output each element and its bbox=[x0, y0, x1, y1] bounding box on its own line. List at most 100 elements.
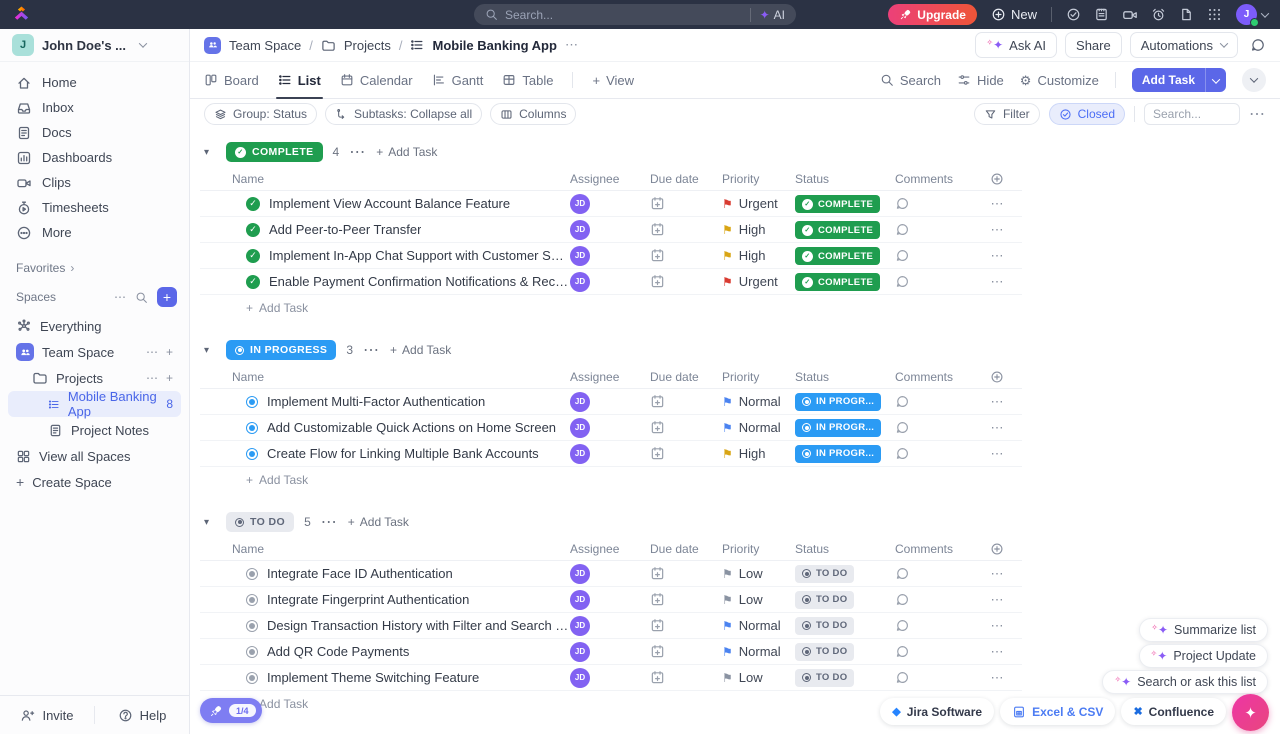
row-menu-icon[interactable]: ⋯ bbox=[991, 222, 1004, 238]
project-update-button[interactable]: ✧✦ Project Update bbox=[1139, 644, 1268, 668]
due-date-icon[interactable] bbox=[650, 222, 665, 237]
invite-button[interactable]: Invite bbox=[0, 708, 94, 723]
clickup-logo-icon[interactable] bbox=[12, 5, 31, 24]
apps-grid-icon[interactable] bbox=[1207, 7, 1222, 22]
task-name[interactable]: Enable Payment Confirmation Notification… bbox=[269, 274, 570, 289]
priority-flag-icon[interactable]: ⚑ bbox=[722, 568, 733, 580]
status-check-icon[interactable]: ✓ bbox=[246, 197, 260, 211]
add-view-button[interactable]: + View bbox=[592, 62, 634, 98]
comment-icon[interactable] bbox=[895, 670, 910, 685]
priority-flag-icon[interactable]: ⚑ bbox=[722, 594, 733, 606]
spaces-more-icon[interactable]: ⋯ bbox=[114, 290, 126, 304]
assignee-avatar[interactable]: JD bbox=[570, 246, 590, 266]
row-menu-icon[interactable]: ⋯ bbox=[991, 394, 1004, 410]
global-search-input[interactable]: Search... ✦ AI bbox=[474, 4, 796, 25]
due-date-icon[interactable] bbox=[650, 196, 665, 211]
column-assignee[interactable]: Assignee bbox=[570, 542, 650, 556]
breadcrumb-more-icon[interactable]: ⋯ bbox=[565, 37, 579, 53]
upgrade-button[interactable]: Upgrade bbox=[888, 4, 977, 25]
collapse-group-icon[interactable]: ▾ bbox=[204, 517, 216, 528]
hide-button[interactable]: Hide bbox=[957, 73, 1004, 88]
row-menu-icon[interactable]: ⋯ bbox=[991, 196, 1004, 212]
assignee-avatar[interactable]: JD bbox=[570, 272, 590, 292]
collapse-group-icon[interactable]: ▾ bbox=[204, 147, 216, 158]
task-row[interactable]: ✓ Implement View Account Balance Feature… bbox=[200, 191, 1022, 217]
tab-calendar[interactable]: Calendar bbox=[340, 62, 413, 98]
status-badge[interactable]: IN PROGR... bbox=[795, 445, 881, 463]
due-date-icon[interactable] bbox=[650, 394, 665, 409]
group-add-task-button[interactable]: +Add Task bbox=[376, 145, 437, 159]
column-due-date[interactable]: Due date bbox=[650, 172, 722, 186]
due-date-icon[interactable] bbox=[650, 274, 665, 289]
sidebar-item-timesheets[interactable]: Timesheets bbox=[8, 195, 181, 220]
task-row[interactable]: Implement Multi-Factor Authentication JD… bbox=[200, 389, 1022, 415]
column-priority[interactable]: Priority bbox=[722, 172, 795, 186]
new-button[interactable]: New bbox=[991, 7, 1037, 22]
task-name[interactable]: Create Flow for Linking Multiple Bank Ac… bbox=[267, 446, 539, 461]
comment-icon[interactable] bbox=[895, 618, 910, 633]
due-date-icon[interactable] bbox=[650, 420, 665, 435]
priority-flag-icon[interactable]: ⚑ bbox=[722, 396, 733, 408]
status-badge[interactable]: IN PROGR... bbox=[795, 419, 881, 437]
status-ring-icon[interactable] bbox=[246, 568, 258, 580]
status-badge[interactable]: ✓ COMPLETE bbox=[795, 221, 880, 239]
row-menu-icon[interactable]: ⋯ bbox=[991, 592, 1004, 608]
search-tasks-button[interactable]: Search bbox=[880, 73, 941, 88]
add-task-row[interactable]: +Add Task bbox=[200, 467, 1022, 493]
row-menu-icon[interactable]: ⋯ bbox=[991, 618, 1004, 634]
assignee-avatar[interactable]: JD bbox=[570, 194, 590, 214]
status-ring-icon[interactable] bbox=[246, 422, 258, 434]
sidebar-item-dashboards[interactable]: Dashboards bbox=[8, 145, 181, 170]
space-more-icon[interactable]: ⋯ bbox=[146, 345, 158, 359]
onboarding-progress-pill[interactable]: 1/4 bbox=[200, 698, 262, 723]
sidebar-item-everything[interactable]: Everything bbox=[8, 313, 181, 339]
customize-button[interactable]: ⚙ Customize bbox=[1020, 73, 1099, 88]
due-date-icon[interactable] bbox=[650, 592, 665, 607]
closed-pill[interactable]: Closed bbox=[1049, 103, 1125, 125]
group-add-task-button[interactable]: +Add Task bbox=[348, 515, 409, 529]
group-status-badge[interactable]: ✓ COMPLETE bbox=[226, 142, 323, 162]
priority-flag-icon[interactable]: ⚑ bbox=[722, 224, 733, 236]
status-check-icon[interactable]: ✓ bbox=[246, 275, 260, 289]
status-ring-icon[interactable] bbox=[246, 396, 258, 408]
automations-button[interactable]: Automations bbox=[1130, 32, 1238, 58]
column-status[interactable]: Status bbox=[795, 370, 895, 384]
workspace-switcher[interactable]: J John Doe's ... bbox=[0, 29, 189, 62]
assignee-avatar[interactable]: JD bbox=[570, 642, 590, 662]
favorites-section[interactable]: Favorites › bbox=[0, 249, 189, 277]
ai-fab-button[interactable]: ✦ bbox=[1232, 694, 1269, 731]
status-badge[interactable]: TO DO bbox=[795, 565, 854, 583]
add-task-dropdown[interactable] bbox=[1206, 73, 1226, 87]
comment-icon[interactable] bbox=[895, 248, 910, 263]
todo-check-icon[interactable] bbox=[1066, 7, 1081, 22]
priority-flag-icon[interactable]: ⚑ bbox=[722, 276, 733, 288]
task-name[interactable]: Implement Theme Switching Feature bbox=[267, 670, 479, 685]
folder-add-icon[interactable]: + bbox=[166, 371, 173, 385]
assignee-avatar[interactable]: JD bbox=[570, 392, 590, 412]
group-by-pill[interactable]: Group: Status bbox=[204, 103, 317, 125]
notepad-icon[interactable] bbox=[1094, 7, 1109, 22]
priority-flag-icon[interactable]: ⚑ bbox=[722, 250, 733, 262]
row-menu-icon[interactable]: ⋯ bbox=[991, 274, 1004, 290]
task-row[interactable]: Create Flow for Linking Multiple Bank Ac… bbox=[200, 441, 1022, 467]
row-menu-icon[interactable]: ⋯ bbox=[991, 670, 1004, 686]
comment-icon[interactable] bbox=[895, 644, 910, 659]
status-badge[interactable]: TO DO bbox=[795, 591, 854, 609]
column-comments[interactable]: Comments bbox=[895, 370, 975, 384]
sidebar-item-project-notes[interactable]: Project Notes bbox=[8, 417, 181, 443]
assignee-avatar[interactable]: JD bbox=[570, 616, 590, 636]
tab-list[interactable]: List bbox=[278, 62, 321, 98]
columns-pill[interactable]: Columns bbox=[490, 103, 576, 125]
assignee-avatar[interactable]: JD bbox=[570, 418, 590, 438]
task-name[interactable]: Add Customizable Quick Actions on Home S… bbox=[267, 420, 556, 435]
sidebar-item-docs[interactable]: Docs bbox=[8, 120, 181, 145]
task-name[interactable]: Design Transaction History with Filter a… bbox=[267, 618, 570, 633]
row-menu-icon[interactable]: ⋯ bbox=[991, 420, 1004, 436]
task-row[interactable]: Integrate Face ID Authentication JD ⚑ Lo… bbox=[200, 561, 1022, 587]
group-more-icon[interactable]: ⋯ bbox=[321, 512, 338, 532]
task-row[interactable]: Integrate Fingerprint Authentication JD … bbox=[200, 587, 1022, 613]
subtasks-pill[interactable]: Subtasks: Collapse all bbox=[325, 103, 482, 125]
ask-ai-button[interactable]: ✧✦ Ask AI bbox=[975, 32, 1057, 58]
task-name[interactable]: Add QR Code Payments bbox=[267, 644, 409, 659]
task-name[interactable]: Add Peer-to-Peer Transfer bbox=[269, 222, 421, 237]
